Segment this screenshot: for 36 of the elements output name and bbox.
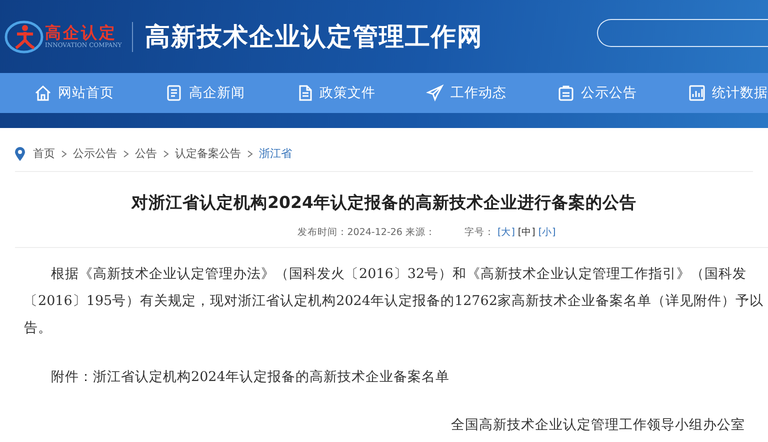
signature-text: 全国高新技术企业认定管理工作领导小组办公室 bbox=[450, 416, 746, 435]
nav-item[interactable]: 网站首页 bbox=[34, 84, 165, 102]
nav-item[interactable]: 统计数据 bbox=[688, 84, 768, 102]
breadcrumb-link[interactable]: 浙江省 bbox=[259, 146, 292, 161]
paper-plane-icon bbox=[426, 84, 444, 102]
home-icon bbox=[34, 84, 52, 102]
breadcrumb-separator-icon bbox=[247, 150, 253, 158]
breadcrumb-separator-icon bbox=[61, 150, 67, 158]
location-pin-icon bbox=[15, 146, 25, 160]
nav-item[interactable]: 工作动态 bbox=[426, 84, 558, 102]
breadcrumb-link[interactable]: 认定备案公告 bbox=[175, 146, 241, 161]
font-size-link[interactable]: [小] bbox=[538, 226, 556, 239]
font-size-link[interactable]: [中] bbox=[518, 226, 536, 239]
font-size-link[interactable]: [大] bbox=[497, 226, 515, 239]
breadcrumb-link[interactable]: 首页 bbox=[33, 146, 55, 161]
article-title: 对浙江省认定机构2024年认定报备的高新技术企业进行备案的公告 bbox=[130, 192, 638, 214]
logo-icon bbox=[4, 20, 44, 54]
clipboard-icon bbox=[557, 84, 576, 102]
logo-text: 高企认定 bbox=[45, 24, 118, 42]
search-field[interactable] bbox=[597, 18, 768, 46]
site-title: 高新技术企业认定管理工作网 bbox=[144, 21, 483, 53]
font-size-label: 字号： bbox=[464, 226, 494, 239]
breadcrumb-separator-icon bbox=[123, 150, 129, 158]
paragraph-line: 告。 bbox=[24, 319, 53, 338]
breadcrumb-separator-icon bbox=[163, 150, 169, 158]
nav-item[interactable]: 高企新闻 bbox=[164, 84, 296, 102]
chart-icon bbox=[688, 84, 706, 102]
attachment-text: 附件：浙江省认定机构2024年认定报备的高新技术企业备案名单 bbox=[50, 368, 450, 387]
publish-info: 发布时间：2024-12-26 来源： bbox=[297, 226, 436, 239]
breadcrumb-link[interactable]: 公示公告 bbox=[73, 146, 117, 161]
paragraph-line: 〔2016〕195号）有关规定，现对浙江省认定机构2024年认定报备的12762家高新技术企业备案名单（详见附件）予以 bbox=[24, 292, 764, 311]
document-icon bbox=[164, 84, 183, 102]
nav-item[interactable]: 公示公告 bbox=[557, 84, 688, 102]
nav-item[interactable]: 政策文件 bbox=[296, 84, 426, 102]
paragraph-line: 根据《高新技术企业认定管理办法》（国科发火〔2016〕32号）和《高新技术企业认定管理工作指引》（国科发 bbox=[50, 265, 748, 284]
breadcrumb-link[interactable]: 公告 bbox=[135, 146, 157, 161]
